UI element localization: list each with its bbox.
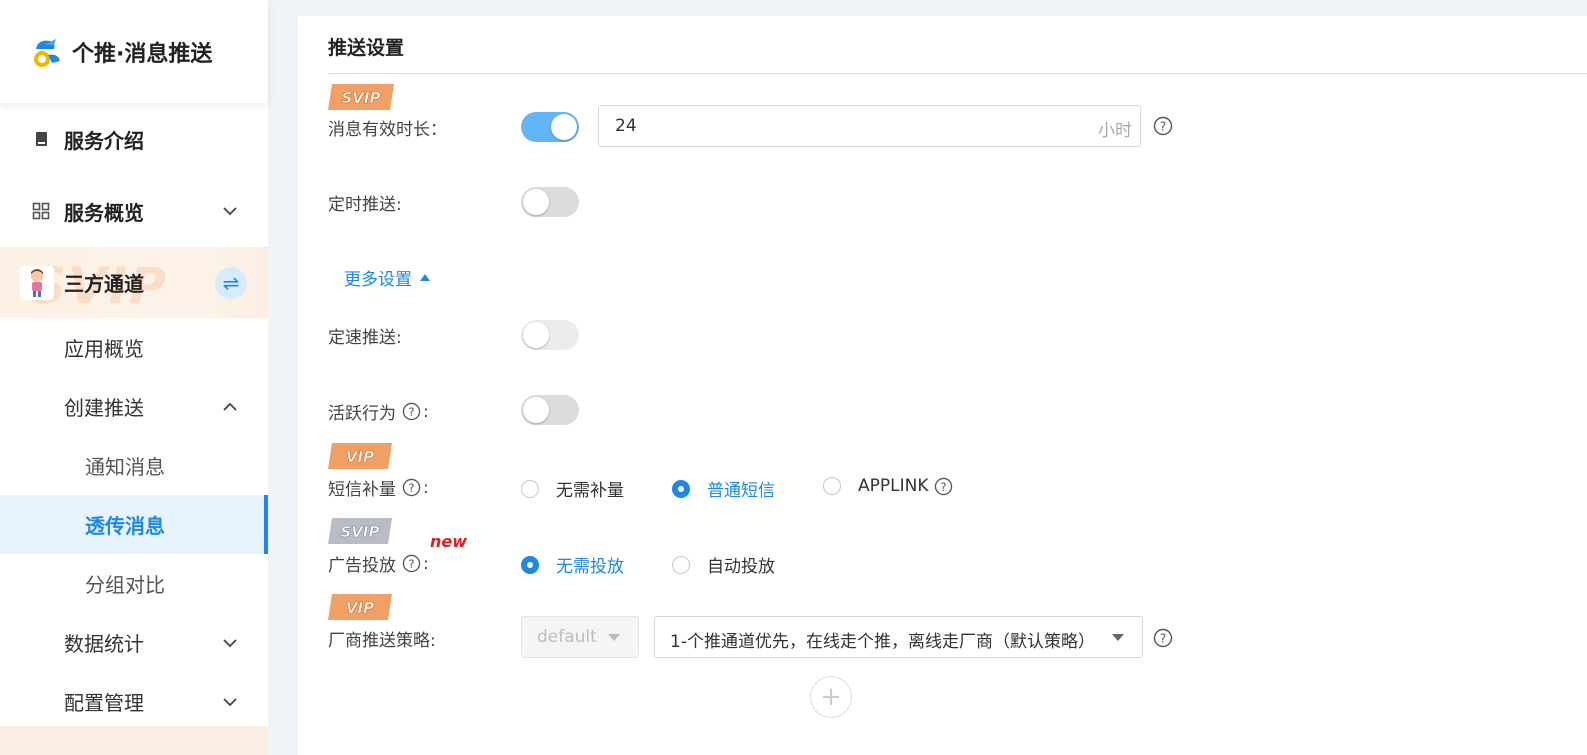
msg-valid-input[interactable]: 24 小时 — [598, 105, 1141, 147]
sidebar-bottom-strip — [0, 726, 268, 755]
section-divider — [328, 73, 1587, 74]
nav-app-overview[interactable]: 应用概览 — [0, 318, 268, 377]
radio-circle — [823, 477, 841, 495]
nav-label: 数据统计 — [64, 632, 144, 656]
nav-config-mgmt[interactable]: 配置管理 — [0, 672, 268, 731]
chevron-up-icon — [223, 402, 237, 411]
nav-data-stats[interactable]: 数据统计 — [0, 613, 268, 672]
nav-notify-msg[interactable]: 通知消息 — [0, 436, 268, 495]
svip-badge-gray: SVIP — [328, 518, 392, 544]
avatar — [20, 265, 54, 300]
svg-text:?: ? — [408, 405, 414, 419]
chevron-down-icon — [223, 207, 237, 216]
ads-label: 广告投放 ? : — [328, 551, 429, 577]
vip-badge-text: VIP — [346, 599, 374, 617]
help-icon[interactable]: ? — [1153, 116, 1173, 136]
sms-label-text: 短信补量 — [328, 480, 396, 500]
sms-option-none[interactable]: 无需补量 — [521, 476, 624, 501]
radio-label: 自动投放 — [707, 557, 775, 577]
radio-circle — [521, 479, 539, 498]
swap-icon[interactable]: ⇌ — [215, 267, 247, 299]
vendor-select-default: default — [521, 616, 639, 658]
scheduled-label: 定时推送: — [328, 195, 402, 215]
sidebar: 个推·消息推送 服务介绍 服务概览 SVIP 三方通道 ⇌ 应用概览 创建推送 … — [0, 0, 268, 755]
msg-valid-label: 消息有效时长： — [328, 120, 447, 140]
nav-label: 服务概览 — [64, 200, 144, 225]
sms-option-normal[interactable]: 普通短信 — [672, 476, 775, 501]
help-icon[interactable]: ? — [1153, 628, 1173, 648]
svg-text:?: ? — [408, 557, 414, 571]
svg-text:?: ? — [941, 479, 947, 493]
radio-label: 无需投放 — [556, 557, 624, 577]
vip-badge: VIP — [328, 594, 392, 620]
vendor-strategy-select[interactable]: 1-个推通道优先，在线走个推，离线走厂商（默认策略） — [654, 616, 1143, 658]
caret-down-icon — [1112, 634, 1124, 641]
radio-circle — [672, 479, 690, 498]
svip-badge-text: SVIP — [341, 523, 380, 541]
svg-text:?: ? — [1160, 120, 1166, 134]
radio-label: APPLINK — [858, 476, 929, 496]
nav-service-intro[interactable]: 服务介绍 — [0, 103, 268, 175]
app-title: 个推·消息推送 — [72, 41, 213, 67]
main-panel: 推送设置 SVIP 消息有效时长： 24 小时 ? 定时推送: 更多设置 定速推… — [298, 16, 1587, 755]
ads-label-colon: : — [423, 553, 429, 574]
active-behavior-toggle[interactable] — [521, 395, 579, 425]
help-icon[interactable]: ? — [402, 402, 421, 421]
chevron-down-icon — [223, 638, 237, 647]
radio-circle — [521, 555, 539, 574]
add-strategy-button[interactable]: + — [810, 676, 852, 718]
nav-create-push[interactable]: 创建推送 — [0, 377, 268, 436]
scheduled-toggle[interactable] — [521, 187, 579, 217]
section-title: 推送设置 — [328, 37, 405, 59]
nav-label: 创建推送 — [64, 396, 144, 420]
rate-push-label: 定速推送: — [328, 328, 402, 348]
rate-push-toggle[interactable] — [521, 320, 579, 350]
help-icon[interactable]: ? — [402, 478, 421, 497]
msg-valid-value: 24 — [615, 116, 637, 136]
active-behavior-colon: : — [423, 401, 429, 422]
select-value: 1-个推通道优先，在线走个推，离线走厂商（默认策略） — [670, 632, 1095, 652]
sms-label: 短信补量 ? : — [328, 475, 429, 501]
svg-text:?: ? — [408, 481, 414, 495]
ads-option-none[interactable]: 无需投放 — [521, 552, 624, 577]
more-settings-text: 更多设置 — [344, 270, 412, 290]
msg-valid-unit: 小时 — [1098, 121, 1132, 141]
msg-valid-toggle[interactable] — [521, 112, 579, 142]
vendor-label: 厂商推送策略: — [328, 631, 436, 651]
select-value: default — [537, 627, 597, 647]
new-tag: new — [430, 532, 468, 551]
logo-area: 个推·消息推送 — [0, 0, 268, 103]
nav-passthrough-msg[interactable]: 透传消息 — [0, 495, 268, 554]
active-behavior-text: 活跃行为 — [328, 404, 396, 424]
svip-badge: SVIP — [328, 84, 394, 110]
ads-label-text: 广告投放 — [328, 556, 396, 576]
chevron-down-icon — [223, 697, 237, 706]
active-behavior-label: 活跃行为 ? : — [328, 399, 429, 425]
radio-circle — [672, 555, 690, 574]
radio-label: 无需补量 — [556, 481, 624, 501]
logo-icon — [34, 38, 60, 67]
caret-up-icon — [420, 274, 430, 281]
more-settings-link[interactable]: 更多设置 — [344, 265, 430, 290]
nav-third-party[interactable]: SVIP 三方通道 ⇌ — [0, 247, 268, 318]
sms-label-colon: : — [423, 477, 429, 498]
nav-service-overview[interactable]: 服务概览 — [0, 175, 268, 247]
vip-badge: VIP — [328, 443, 392, 469]
vip-badge-text: VIP — [346, 448, 374, 466]
radio-label: 普通短信 — [707, 481, 775, 501]
nav-group-compare[interactable]: 分组对比 — [0, 554, 268, 613]
sms-option-applink[interactable]: APPLINK ? — [823, 476, 953, 496]
ads-option-auto[interactable]: 自动投放 — [672, 552, 775, 577]
svg-text:?: ? — [1160, 632, 1166, 646]
caret-down-icon — [608, 634, 620, 641]
help-icon[interactable]: ? — [402, 554, 421, 573]
grid-icon — [32, 202, 50, 220]
svip-badge-text: SVIP — [342, 89, 381, 107]
help-icon[interactable]: ? — [934, 477, 953, 496]
nav-label: 三方通道 — [64, 272, 144, 296]
nav-label: 配置管理 — [64, 691, 144, 715]
book-icon — [32, 130, 50, 148]
nav-label: 服务介绍 — [64, 128, 144, 153]
